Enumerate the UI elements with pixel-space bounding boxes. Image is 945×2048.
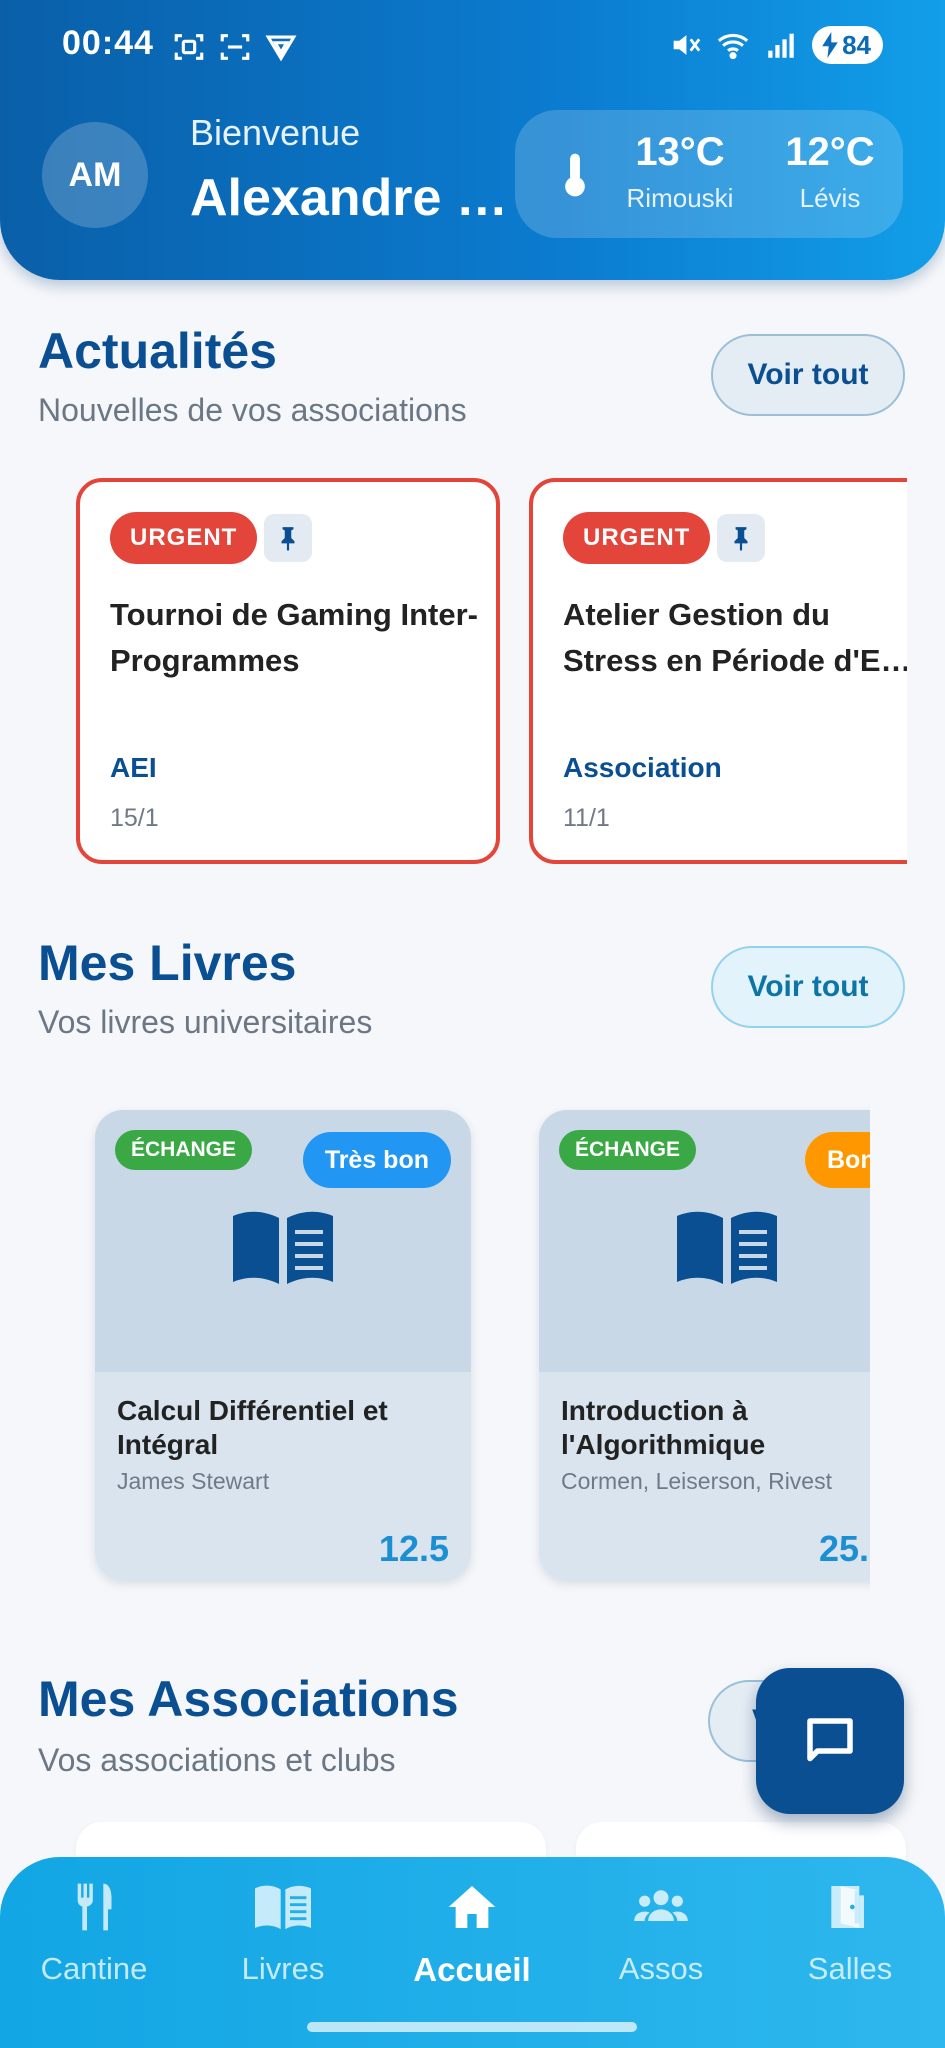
utensils-icon [77, 1883, 112, 1931]
weather-city: Rimouski [626, 183, 734, 213]
screenshot-icon [174, 34, 204, 60]
book-icon [255, 1885, 311, 1930]
exchange-badge: ÉCHANGE [559, 1130, 697, 1170]
book-title: Introduction à l'Algorithmique [561, 1395, 766, 1460]
books-see-all-button[interactable]: Voir tout [711, 946, 905, 1028]
news-section-subtitle: Nouvelles de vos associations [38, 392, 467, 428]
urgent-badge: URGENT [110, 512, 258, 564]
wifi-icon [717, 33, 749, 60]
nav-item-cantine[interactable]: Cantine [0, 1879, 189, 1987]
exchange-badge: ÉCHANGE [115, 1130, 253, 1170]
nav-label: Cantine [40, 1951, 148, 1986]
news-card-association: Association [563, 752, 722, 783]
nav-item-accueil[interactable]: Accueil [377, 1879, 567, 1989]
urgent-badge: URGENT [563, 512, 711, 564]
weather-city: Lévis [799, 183, 861, 213]
avatar[interactable]: AM [42, 122, 148, 228]
home-indicator [307, 2022, 637, 2032]
bottom-navigation: Cantine Livres Accueil Assos Salles [0, 1857, 945, 2048]
nav-label: Accueil [413, 1951, 531, 1988]
weather-item-levis: 12°C Lévis [770, 130, 890, 214]
book-card[interactable]: ÉCHANGE Bon Introduction à l'Algorithmiq… [539, 1110, 870, 1580]
nav-label: Salles [807, 1951, 893, 1986]
open-book-icon [677, 1211, 777, 1284]
signal-icon [768, 33, 794, 58]
vpn-shield-icon [265, 35, 297, 62]
nav-item-assos[interactable]: Assos [566, 1879, 756, 1987]
nav-label: Assos [618, 1951, 704, 1986]
news-card-title: Atelier Gestion du Stress en Période d'E… [563, 597, 907, 678]
welcome-label: Bienvenue [190, 112, 361, 153]
books-section-subtitle: Vos livres universitaires [38, 1004, 373, 1040]
status-system-icons: 84 [668, 26, 883, 64]
news-carousel[interactable]: URGENT Tournoi de Gaming Inter-Programme… [0, 470, 907, 870]
status-notification-icons [172, 30, 298, 64]
weather-widget[interactable]: 13°C Rimouski 12°C Lévis [515, 110, 903, 238]
book-author: Cormen, Leiserson, Rivest [561, 1468, 832, 1494]
nav-item-livres[interactable]: Livres [188, 1879, 378, 1987]
news-section-title: Actualités [38, 323, 277, 379]
condition-badge: Très bon [302, 1132, 451, 1188]
pin-icon [717, 514, 765, 562]
book-title: Calcul Différentiel et Intégral [117, 1395, 388, 1460]
associations-section-title: Mes Associations [38, 1671, 459, 1727]
news-card-association: AEI [110, 752, 157, 783]
battery-indicator: 84 [812, 26, 883, 64]
battery-level: 84 [842, 29, 871, 60]
open-book-icon [233, 1211, 333, 1284]
app-header: 00:44 84 AM Bienvenue Alexandre … 13°C R… [0, 0, 945, 280]
status-time: 00:44 [62, 24, 154, 62]
books-section-title: Mes Livres [38, 935, 297, 991]
news-card-title: Tournoi de Gaming Inter-Programmes [110, 597, 478, 678]
associations-section-subtitle: Vos associations et clubs [38, 1742, 396, 1778]
news-see-all-button[interactable]: Voir tout [711, 334, 905, 416]
weather-temp: 12°C [785, 130, 875, 174]
condition-badge: Bon [805, 1132, 870, 1188]
home-icon [448, 1886, 496, 1928]
charging-bolt-icon [822, 32, 838, 58]
chat-fab-button[interactable] [756, 1668, 904, 1814]
user-name: Alexandre … [190, 169, 508, 227]
groups-icon [634, 1890, 688, 1921]
weather-item-rimouski: 13°C Rimouski [615, 130, 745, 214]
book-author: James Stewart [117, 1468, 270, 1494]
book-price: 25. [819, 1528, 870, 1569]
nav-item-salles[interactable]: Salles [755, 1879, 945, 1987]
weather-temp: 13°C [635, 130, 725, 174]
thermometer-icon [565, 153, 585, 197]
news-card[interactable]: URGENT Tournoi de Gaming Inter-Programme… [76, 478, 500, 864]
book-card[interactable]: ÉCHANGE Très bon Calcul Différentiel et … [95, 1110, 471, 1580]
news-card-date: 15/1 [110, 804, 159, 832]
scan-icon [220, 34, 250, 60]
nav-label: Livres [241, 1951, 325, 1986]
pin-icon [264, 514, 312, 562]
chat-icon [807, 1718, 853, 1762]
door-icon [831, 1886, 864, 1928]
news-card-date: 11/1 [563, 804, 610, 832]
status-bar: 00:44 84 [0, 0, 945, 92]
news-card[interactable]: URGENT Atelier Gestion du Stress en Péri… [529, 478, 907, 864]
book-price: 12.5 [378, 1528, 449, 1569]
mute-icon [673, 35, 701, 55]
books-carousel[interactable]: ÉCHANGE Très bon Calcul Différentiel et … [0, 1100, 870, 1600]
